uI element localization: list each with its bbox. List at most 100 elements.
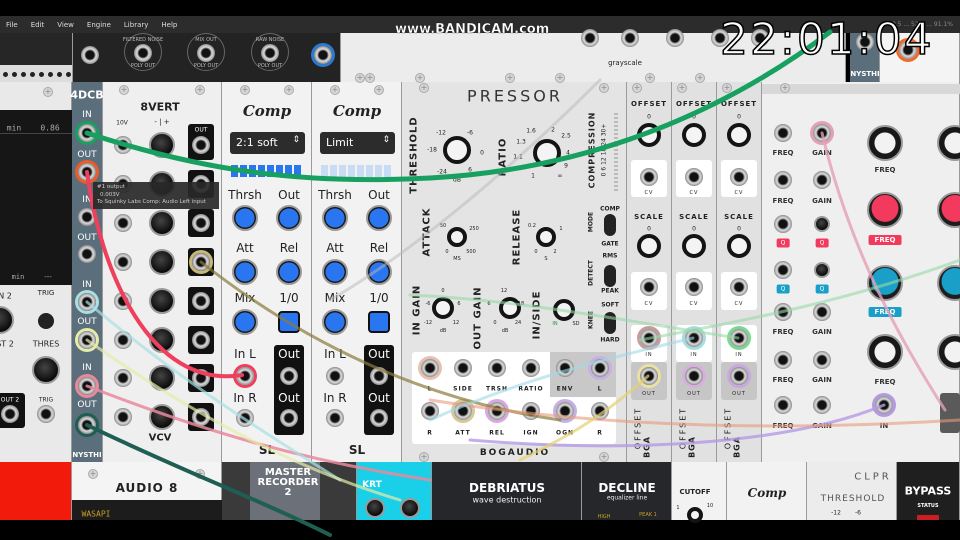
out-r-jack[interactable] (280, 409, 298, 427)
eq-gain-jack[interactable] (813, 396, 831, 414)
ratio-knob[interactable] (533, 139, 561, 167)
jack[interactable] (81, 46, 99, 64)
jack[interactable] (314, 46, 332, 64)
in-side-knob[interactable] (553, 299, 575, 321)
8vert-gain-knob[interactable] (149, 132, 175, 158)
menu-library[interactable]: Library (118, 21, 155, 29)
threshold-knob[interactable] (232, 205, 258, 231)
krt-knob-2[interactable] (400, 498, 420, 518)
offset-in-jack[interactable] (685, 329, 703, 347)
out-r-jack[interactable] (370, 409, 388, 427)
8vert-input-jack[interactable] (114, 292, 132, 310)
8vert-input-jack[interactable] (114, 253, 132, 271)
mix-knob[interactable] (322, 309, 348, 335)
eq-freq-jack[interactable] (774, 124, 792, 142)
output-knob[interactable] (366, 205, 392, 231)
eq-freq-jack[interactable] (774, 396, 792, 414)
scale-knob[interactable] (682, 234, 706, 258)
offset-knob[interactable] (637, 123, 661, 147)
4dcb-in-jack[interactable] (78, 124, 96, 142)
pressor-jack[interactable] (591, 359, 609, 377)
8vert-input-jack[interactable] (114, 136, 132, 154)
eq-freq-knob-4[interactable] (867, 334, 903, 370)
comp-mode-select-1[interactable]: 2:1 soft ⇕ (230, 132, 305, 154)
eq-gain-jack[interactable] (813, 351, 831, 369)
offset-in-jack[interactable] (640, 329, 658, 347)
4dcb-out-jack[interactable] (78, 163, 96, 181)
in-l-jack[interactable] (236, 367, 254, 385)
attack-knob[interactable] (232, 259, 258, 285)
noise-output-jack[interactable] (134, 44, 152, 62)
grayscale-jack[interactable] (581, 29, 599, 47)
4dcb-in-jack[interactable] (78, 293, 96, 311)
eq-in-jack[interactable] (875, 396, 893, 414)
offset-cv-jack[interactable] (730, 168, 748, 186)
eq-freq-jack[interactable] (774, 351, 792, 369)
eq-q-jack[interactable] (774, 261, 792, 279)
eq-q-knob[interactable] (814, 262, 830, 278)
8vert-output-jack[interactable] (192, 214, 210, 232)
release-knob[interactable] (366, 259, 392, 285)
out-l-jack[interactable] (370, 367, 388, 385)
pressor-jack[interactable] (488, 359, 506, 377)
in-r-jack[interactable] (236, 409, 254, 427)
8vert-gain-knob[interactable] (149, 288, 175, 314)
8vert-input-jack[interactable] (114, 214, 132, 232)
eq-q-knob[interactable] (814, 216, 830, 232)
menu-view[interactable]: View (51, 21, 81, 29)
eq-freq-jack[interactable] (774, 303, 792, 321)
scale-knob[interactable] (637, 234, 661, 258)
offset-out-jack[interactable] (730, 367, 748, 385)
offset-knob[interactable] (682, 123, 706, 147)
pressor-jack[interactable] (454, 402, 472, 420)
eq-gain-jack[interactable] (813, 124, 831, 142)
noise-output-jack[interactable] (261, 44, 279, 62)
8vert-gain-knob[interactable] (149, 327, 175, 353)
4dcb-out-jack[interactable] (78, 416, 96, 434)
8vert-output-jack[interactable] (192, 253, 210, 271)
in-l-jack[interactable] (326, 367, 344, 385)
eq-freq-knob-3[interactable] (867, 265, 903, 301)
4dcb-in-jack[interactable] (78, 208, 96, 226)
scale-cv-jack[interactable] (685, 278, 703, 296)
pressor-jack[interactable] (522, 402, 540, 420)
8vert-input-jack[interactable] (114, 369, 132, 387)
release-knob[interactable] (276, 259, 302, 285)
8vert-gain-knob[interactable] (149, 404, 175, 430)
8vert-output-jack[interactable] (192, 408, 210, 426)
scale-cv-jack[interactable] (640, 278, 658, 296)
8vert-input-jack[interactable] (114, 331, 132, 349)
bypass-toggle-button[interactable] (278, 311, 300, 333)
menu-help[interactable]: Help (155, 21, 184, 29)
mix-knob[interactable] (232, 309, 258, 335)
in-r-jack[interactable] (326, 409, 344, 427)
8vert-output-jack[interactable] (192, 292, 210, 310)
attack-knob[interactable] (322, 259, 348, 285)
pressor-jack[interactable] (421, 359, 439, 377)
pressor-jack[interactable] (454, 359, 472, 377)
offset-out-jack[interactable] (685, 367, 703, 385)
4dcb-out-jack[interactable] (78, 245, 96, 263)
eq-freq-knob-1[interactable] (867, 125, 903, 161)
offset-cv-jack[interactable] (685, 168, 703, 186)
offset-in-jack[interactable] (730, 329, 748, 347)
eq-freq-knob-2[interactable] (867, 192, 903, 228)
offset-out-jack[interactable] (640, 367, 658, 385)
in-gain-knob[interactable] (432, 297, 454, 319)
cutoff-knob[interactable] (687, 507, 703, 523)
grayscale-jack[interactable] (621, 29, 639, 47)
attack-knob[interactable] (447, 227, 467, 247)
bypass-toggle-button[interactable] (368, 311, 390, 333)
threshold-knob[interactable] (32, 356, 60, 384)
8vert-gain-knob[interactable] (149, 249, 175, 275)
output-jack[interactable] (1, 405, 19, 423)
8vert-gain-knob[interactable] (149, 365, 175, 391)
pressor-jack[interactable] (488, 402, 506, 420)
knee-toggle[interactable] (604, 312, 616, 334)
8vert-input-jack[interactable] (114, 408, 132, 426)
offset-knob[interactable] (727, 123, 751, 147)
menu-edit[interactable]: Edit (25, 21, 52, 29)
scale-cv-jack[interactable] (730, 278, 748, 296)
menu-engine[interactable]: Engine (81, 21, 118, 29)
krt-knob-1[interactable] (365, 498, 385, 518)
